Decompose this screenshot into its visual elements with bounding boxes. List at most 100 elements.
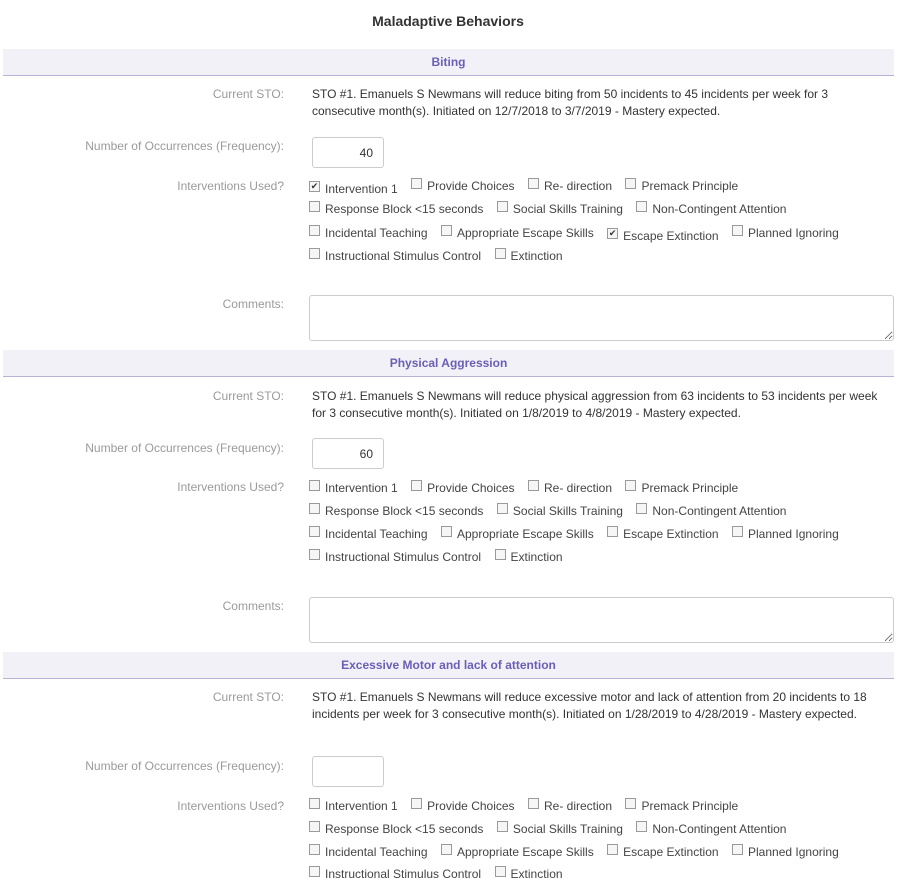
intervention-checkbox[interactable]: Non-Contingent Attention bbox=[636, 503, 786, 518]
checkbox-box[interactable] bbox=[309, 480, 320, 491]
interventions-row: Intervention 1 Provide Choices Re- direc… bbox=[309, 480, 747, 498]
intervention-checkbox[interactable]: Planned Ignoring bbox=[732, 225, 839, 240]
checkbox-box[interactable] bbox=[636, 503, 648, 514]
intervention-checkbox[interactable]: Appropriate Escape Skills bbox=[440, 844, 594, 859]
frequency-label: Number of Occurrences (Frequency): bbox=[85, 759, 284, 773]
frequency-input[interactable] bbox=[312, 438, 384, 469]
intervention-checkbox[interactable]: Re- direction bbox=[528, 798, 613, 813]
checkbox-box[interactable] bbox=[309, 821, 320, 832]
intervention-checkbox[interactable]: Escape Extinction bbox=[607, 526, 719, 541]
interventions-row: Intervention 1 Provide Choices Re- direc… bbox=[309, 798, 747, 816]
checkbox-box[interactable] bbox=[528, 178, 539, 189]
intervention-checkbox[interactable]: Premack Principle bbox=[625, 798, 738, 813]
intervention-checkbox[interactable]: Incidental Teaching bbox=[309, 844, 428, 859]
intervention-checkbox[interactable]: Extinction bbox=[494, 866, 563, 881]
checkbox-box[interactable] bbox=[496, 503, 508, 514]
checkbox-box[interactable] bbox=[309, 201, 320, 212]
intervention-checkbox[interactable]: Response Block <15 seconds bbox=[309, 503, 484, 518]
intervention-checkbox[interactable]: Provide Choices bbox=[411, 798, 515, 813]
checkbox-box[interactable] bbox=[732, 225, 744, 236]
comments-textarea[interactable] bbox=[309, 295, 894, 341]
intervention-checkbox[interactable]: Social Skills Training bbox=[496, 503, 623, 518]
intervention-checkbox[interactable]: Instructional Stimulus Control bbox=[309, 866, 481, 881]
intervention-checkbox[interactable]: Extinction bbox=[494, 248, 563, 263]
checkbox-box[interactable] bbox=[411, 178, 423, 189]
intervention-checkbox[interactable]: Intervention 1 bbox=[309, 480, 398, 495]
checkbox-box[interactable] bbox=[607, 526, 619, 537]
checkbox-box[interactable] bbox=[309, 526, 320, 537]
checkbox-box[interactable] bbox=[496, 201, 508, 212]
checkbox-box[interactable] bbox=[440, 526, 452, 537]
checkbox-box[interactable] bbox=[309, 248, 320, 259]
section-header-biting: Biting bbox=[3, 49, 894, 76]
intervention-checkbox[interactable]: Response Block <15 seconds bbox=[309, 821, 483, 836]
checkbox-box[interactable] bbox=[309, 798, 320, 809]
intervention-checkbox[interactable]: Planned Ignoring bbox=[732, 526, 839, 541]
checkbox-label: Instructional Stimulus Control bbox=[325, 248, 482, 263]
checkbox-box[interactable] bbox=[528, 480, 539, 491]
intervention-checkbox[interactable]: Premack Principle bbox=[625, 480, 738, 495]
intervention-checkbox[interactable]: Instructional Stimulus Control bbox=[309, 248, 482, 263]
frequency-input[interactable] bbox=[312, 756, 384, 787]
intervention-checkbox[interactable]: Provide Choices bbox=[411, 480, 515, 495]
checkbox-box[interactable] bbox=[309, 844, 320, 855]
intervention-checkbox[interactable]: Intervention 1 bbox=[309, 798, 398, 813]
checkbox-box[interactable] bbox=[309, 549, 320, 560]
checkbox-box[interactable] bbox=[636, 821, 648, 832]
intervention-checkbox[interactable]: Appropriate Escape Skills bbox=[440, 526, 594, 541]
frequency-label: Number of Occurrences (Frequency): bbox=[85, 139, 284, 153]
checkbox-label: Response Block <15 seconds bbox=[325, 503, 484, 518]
intervention-checkbox[interactable]: Social Skills Training bbox=[496, 201, 623, 216]
intervention-checkbox[interactable]: Appropriate Escape Skills bbox=[440, 225, 594, 240]
checkbox-box[interactable] bbox=[494, 549, 506, 560]
frequency-input[interactable] bbox=[312, 137, 384, 168]
checkbox-label: Extinction bbox=[510, 549, 563, 564]
checkbox-label: Escape Extinction bbox=[623, 228, 719, 243]
checkbox-box[interactable] bbox=[732, 844, 744, 855]
comments-label: Comments: bbox=[222, 599, 284, 613]
checkbox-box[interactable] bbox=[440, 844, 452, 855]
intervention-checkbox[interactable]: Extinction bbox=[494, 549, 563, 564]
checkbox-box[interactable] bbox=[411, 798, 423, 809]
comments-textarea[interactable] bbox=[309, 597, 894, 643]
section-header-excessive-motor: Excessive Motor and lack of attention bbox=[3, 652, 894, 679]
intervention-checkbox[interactable]: Provide Choices bbox=[411, 178, 515, 193]
intervention-checkbox[interactable]: Planned Ignoring bbox=[732, 844, 839, 859]
checkbox-box[interactable] bbox=[309, 181, 320, 192]
intervention-checkbox[interactable]: Premack Principle bbox=[625, 178, 738, 193]
checkbox-box[interactable] bbox=[607, 844, 619, 855]
intervention-checkbox[interactable]: Escape Extinction bbox=[607, 844, 719, 859]
checkbox-box[interactable] bbox=[496, 821, 508, 832]
current-sto-text: STO #1. Emanuels S Newmans will reduce e… bbox=[312, 690, 867, 721]
intervention-checkbox[interactable]: Re- direction bbox=[528, 480, 612, 495]
intervention-checkbox[interactable]: Non-Contingent Attention bbox=[636, 821, 786, 836]
checkbox-box[interactable] bbox=[625, 178, 637, 189]
intervention-checkbox[interactable]: Re- direction bbox=[528, 178, 613, 193]
checkbox-box[interactable] bbox=[309, 503, 320, 514]
intervention-checkbox[interactable]: Social Skills Training bbox=[496, 821, 623, 836]
checkbox-box[interactable] bbox=[494, 248, 506, 259]
intervention-checkbox[interactable]: Response Block <15 seconds bbox=[309, 201, 483, 216]
checkbox-box[interactable] bbox=[625, 798, 637, 809]
intervention-checkbox[interactable]: Intervention 1 bbox=[309, 181, 398, 196]
checkbox-label: Re- direction bbox=[544, 178, 613, 193]
checkbox-box[interactable] bbox=[494, 866, 506, 877]
checkbox-box[interactable] bbox=[636, 201, 648, 212]
checkbox-box[interactable] bbox=[411, 480, 423, 491]
intervention-checkbox[interactable]: Escape Extinction bbox=[607, 228, 719, 243]
checkbox-label: Re- direction bbox=[544, 798, 613, 813]
checkbox-box[interactable] bbox=[607, 228, 619, 239]
intervention-checkbox[interactable]: Incidental Teaching bbox=[309, 526, 428, 541]
checkbox-box[interactable] bbox=[309, 866, 320, 877]
checkbox-box[interactable] bbox=[625, 480, 637, 491]
checkbox-box[interactable] bbox=[732, 526, 744, 537]
intervention-checkbox[interactable]: Incidental Teaching bbox=[309, 225, 428, 240]
intervention-checkbox[interactable]: Instructional Stimulus Control bbox=[309, 549, 481, 564]
checkbox-box[interactable] bbox=[309, 225, 320, 236]
checkbox-box[interactable] bbox=[528, 798, 539, 809]
checkbox-box[interactable] bbox=[440, 225, 452, 236]
checkbox-label: Appropriate Escape Skills bbox=[456, 526, 594, 541]
interventions-row: Instructional Stimulus Control Extinctio… bbox=[309, 866, 572, 884]
intervention-checkbox[interactable]: Non-Contingent Attention bbox=[636, 201, 786, 216]
checkbox-label: Appropriate Escape Skills bbox=[456, 844, 594, 859]
